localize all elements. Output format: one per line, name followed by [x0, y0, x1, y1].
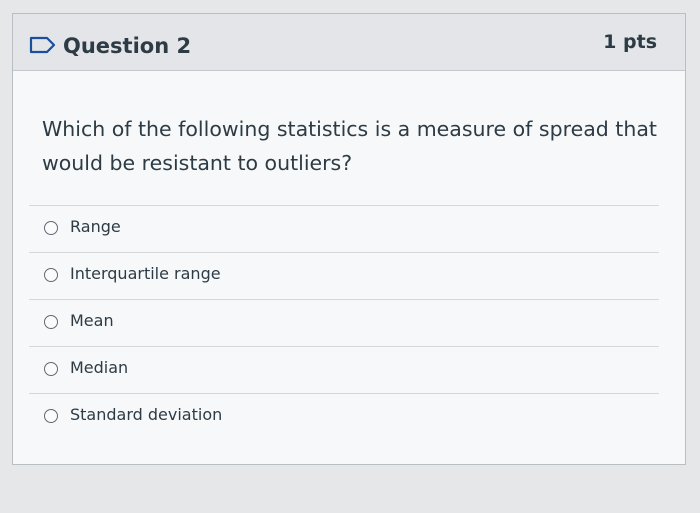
answer-label: Mean: [70, 311, 114, 330]
answer-option-mean[interactable]: Mean: [29, 299, 659, 346]
answer-label: Interquartile range: [70, 264, 221, 283]
question-text: Which of the following statistics is a m…: [42, 117, 657, 175]
answer-label: Standard deviation: [70, 405, 223, 424]
radio-button[interactable]: [44, 409, 58, 423]
answer-option-standard-deviation[interactable]: Standard deviation: [29, 393, 659, 440]
answer-label: Range: [70, 217, 121, 236]
radio-button[interactable]: [44, 315, 58, 329]
flag-icon[interactable]: [29, 36, 57, 54]
question-card: Question 2 1 pts Which of the following …: [12, 13, 686, 465]
radio-button[interactable]: [44, 221, 58, 235]
question-title: Question 2: [63, 34, 192, 58]
radio-button[interactable]: [44, 362, 58, 376]
question-header: Question 2 1 pts: [13, 14, 685, 71]
answer-label: Median: [70, 358, 129, 377]
answer-option-range[interactable]: Range: [29, 205, 659, 252]
answer-option-median[interactable]: Median: [29, 346, 659, 393]
points-label: 1 pts: [603, 31, 657, 53]
answer-list: Range Interquartile range Mean Median St…: [29, 205, 659, 440]
radio-button[interactable]: [44, 268, 58, 282]
answer-option-interquartile-range[interactable]: Interquartile range: [29, 252, 659, 299]
